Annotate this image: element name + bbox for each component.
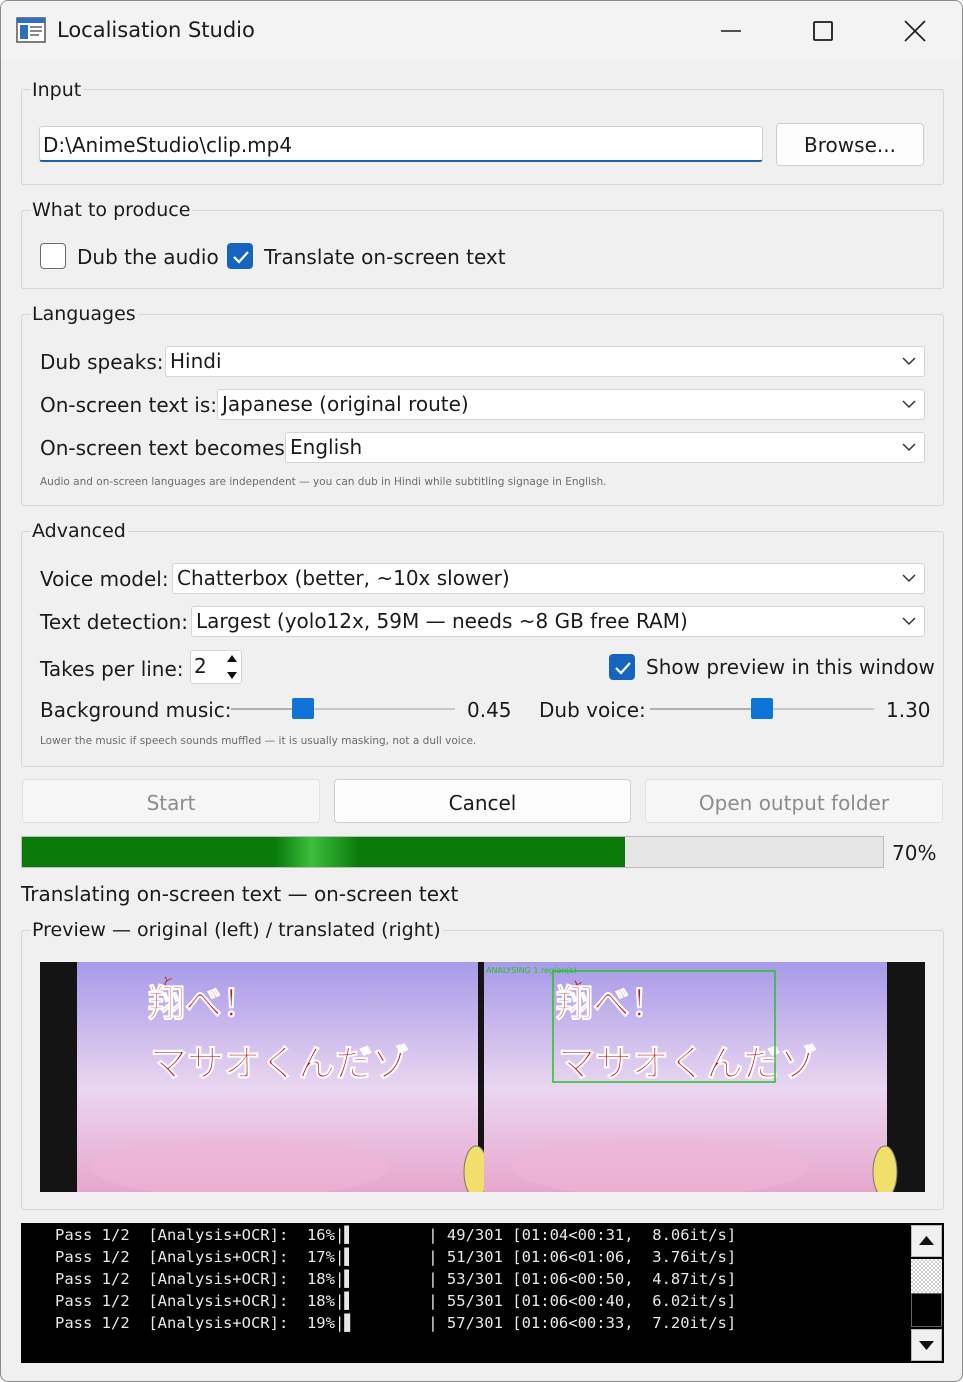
console-line: Pass 1/2 [Analysis+OCR]: 19%|▋ | 57/301 … [55,1314,737,1332]
background-music-fill [231,708,292,710]
console-scrollbar[interactable] [909,1223,944,1363]
progress-bar-fill [22,837,625,867]
translate-text-checkbox[interactable] [227,243,253,269]
chevron-down-icon [902,357,916,366]
open-output-folder-button[interactable]: Open output folder [645,779,943,823]
detection-overlay-label: ANALYSING 1 region(s) [486,966,577,975]
background-music-slider-thumb[interactable] [291,698,314,719]
onscreen-becomes-label: On-screen text becomes: [40,436,292,460]
left-line2: マサオくんだゾ [150,1042,409,1085]
start-button[interactable]: Start [22,779,320,823]
advanced-hint: Lower the music if speech sounds muffled… [40,735,477,747]
dub-speaks-select[interactable]: Hindi [165,346,925,377]
dub-speaks-label: Dub speaks: [40,350,164,374]
onscreen-is-value: Japanese (original route) [222,392,469,416]
background-music-label: Background music: [40,698,232,722]
dub-audio-label: Dub the audio [77,245,219,269]
console-line: Pass 1/2 [Analysis+OCR]: 18%|▌ | 55/301 … [55,1292,737,1310]
advanced-group-title: Advanced [31,520,128,542]
log-console[interactable]: Pass 1/2 [Analysis+OCR]: 16%|▌ | 49/301 … [21,1223,944,1363]
chevron-down-icon [902,400,916,409]
text-detection-select[interactable]: Largest (yolo12x, 59M — needs ~8 GB free… [191,606,925,637]
input-path-field[interactable]: D:\AnimeStudio\clip.mp4 [39,126,763,162]
onscreen-becomes-value: English [290,435,363,459]
arrow-up-icon [919,1236,934,1245]
dub-voice-value: 1.30 [886,698,931,722]
maximize-button[interactable] [777,1,869,61]
onscreen-becomes-select[interactable]: English [285,432,925,463]
progress-percent: 70% [892,841,937,865]
scroll-down-button[interactable] [911,1329,942,1361]
voice-model-value: Chatterbox (better, ~10x slower) [177,566,510,590]
dub-audio-checkbox[interactable] [40,243,66,269]
dub-voice-fill [650,708,751,710]
right-line1: 翔べ！ [556,982,667,1025]
onscreen-is-select[interactable]: Japanese (original route) [217,389,925,420]
dub-voice-label: Dub voice: [539,698,646,722]
browse-button[interactable]: Browse... [776,123,924,166]
show-preview-label: Show preview in this window [646,655,935,679]
scrollbar-thumb[interactable] [911,1293,942,1327]
takes-per-line-spinbox[interactable]: 2 [190,650,242,684]
console-line: Pass 1/2 [Analysis+OCR]: 18%|▌ | 53/301 … [55,1270,737,1288]
close-button[interactable] [869,1,961,61]
minimize-button[interactable] [685,1,777,61]
produce-group-title: What to produce [31,199,193,221]
spin-arrows[interactable] [225,652,239,682]
preview-image: と 翔べ！ マサオくんだゾ と 翔べ！ マサオくんだゾ ANALYSING 1 … [40,962,925,1192]
console-line: Pass 1/2 [Analysis+OCR]: 16%|▌ | 49/301 … [55,1226,737,1244]
checkmark-icon [233,251,249,264]
left-line1: 翔べ！ [148,982,259,1025]
close-icon [904,20,926,42]
voice-model-select[interactable]: Chatterbox (better, ~10x slower) [172,563,925,594]
translate-text-label: Translate on-screen text [264,245,506,269]
background-music-value: 0.45 [467,698,512,722]
app-window: Localisation Studio Input D:\AnimeStudio… [0,0,963,1382]
takes-per-line-value: 2 [194,654,207,678]
chevron-down-icon [902,574,916,583]
window-title: Localisation Studio [57,18,255,42]
scroll-up-button[interactable] [911,1225,942,1257]
progress-bar [21,836,884,868]
preview-group-title: Preview — original (left) / translated (… [31,919,443,941]
right-line2: マサオくんだゾ [558,1042,817,1085]
spin-up-down-icon [227,655,237,679]
title-bar[interactable]: Localisation Studio [1,1,962,61]
dub-voice-slider-thumb[interactable] [751,698,773,719]
voice-model-label: Voice model: [40,567,169,591]
preview-frames: と 翔べ！ マサオくんだゾ と 翔べ！ マサオくんだゾ ANALYSING 1 … [40,962,925,1192]
checkmark-icon [615,662,631,675]
text-detection-value: Largest (yolo12x, 59M — needs ~8 GB free… [196,609,688,633]
status-text: Translating on-screen text — on-screen t… [21,882,459,906]
cancel-button[interactable]: Cancel [334,779,631,823]
minimize-icon [721,30,741,32]
maximize-icon [813,21,833,41]
onscreen-is-label: On-screen text is: [40,393,218,417]
app-icon [16,17,46,43]
chevron-down-icon [902,443,916,452]
chevron-down-icon [902,617,916,626]
show-preview-checkbox[interactable] [609,654,635,680]
dub-speaks-value: Hindi [170,349,222,373]
languages-hint: Audio and on-screen languages are indepe… [40,476,607,488]
console-line: Pass 1/2 [Analysis+OCR]: 17%|▌ | 51/301 … [55,1248,737,1266]
input-group-title: Input [31,79,84,101]
takes-per-line-label: Takes per line: [40,657,184,681]
text-detection-label: Text detection: [40,610,188,634]
arrow-down-icon [919,1341,934,1350]
languages-group-title: Languages [31,303,138,325]
